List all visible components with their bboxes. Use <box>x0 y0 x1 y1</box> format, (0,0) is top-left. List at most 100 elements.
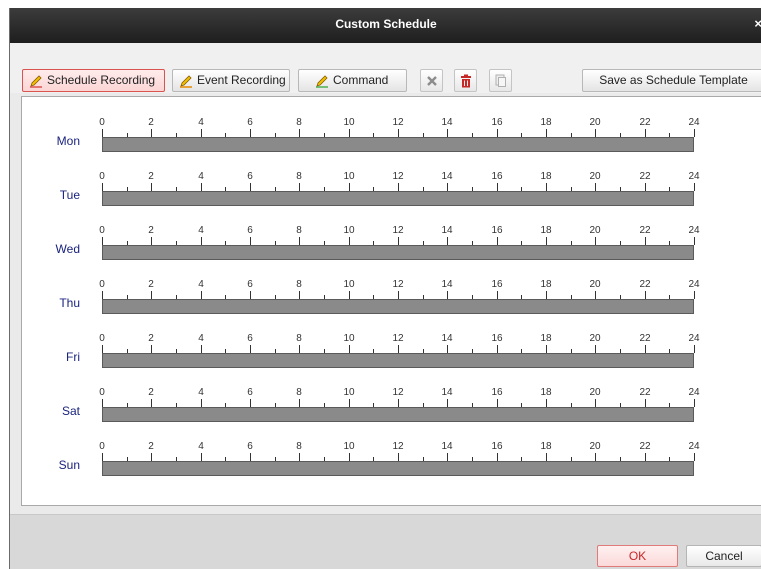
hour-label: 24 <box>688 333 700 344</box>
hour-label: 6 <box>247 279 253 290</box>
copy-button[interactable] <box>489 69 512 92</box>
hour-tick <box>201 183 202 191</box>
delete-all-button[interactable] <box>454 69 477 92</box>
day-label: Tue <box>59 188 80 202</box>
day-label: Mon <box>56 134 80 148</box>
hour-tick <box>250 129 251 137</box>
hour-tick <box>299 183 300 191</box>
hour-tick <box>201 291 202 299</box>
command-label: Command <box>333 73 389 87</box>
schedule-timeline-bar[interactable] <box>102 137 694 152</box>
schedule-row-mon: Mon 0 2 4 6 8 10 12 14 16 18 20 22 24 <box>22 117 761 157</box>
hour-label: 22 <box>639 171 651 182</box>
hour-label: 12 <box>392 333 404 344</box>
hour-label: 0 <box>99 441 105 452</box>
save-template-button[interactable]: Save as Schedule Template <box>582 69 761 92</box>
schedule-timeline-bar[interactable] <box>102 191 694 206</box>
hour-tick <box>497 237 498 245</box>
hour-tick <box>398 453 399 461</box>
hour-label: 16 <box>491 225 503 236</box>
close-icon[interactable]: × <box>754 16 761 31</box>
hour-tick <box>595 345 596 353</box>
hour-tick <box>497 129 498 137</box>
hour-tick <box>250 453 251 461</box>
copy-icon <box>495 74 506 87</box>
delete-x-button[interactable] <box>420 69 443 92</box>
hour-tick <box>299 291 300 299</box>
hour-tick <box>694 345 695 353</box>
hour-label: 12 <box>392 279 404 290</box>
hour-tick <box>299 237 300 245</box>
hour-label: 10 <box>343 333 355 344</box>
hour-label: 24 <box>688 279 700 290</box>
hour-tick <box>299 399 300 407</box>
hour-tick <box>102 345 103 353</box>
hour-tick <box>546 291 547 299</box>
schedule-timeline-bar[interactable] <box>102 407 694 422</box>
hour-tick <box>151 345 152 353</box>
pencil-icon <box>180 75 192 88</box>
hour-label: 4 <box>198 441 204 452</box>
hour-tick <box>201 237 202 245</box>
schedule-timeline-bar[interactable] <box>102 299 694 314</box>
hour-tick <box>497 291 498 299</box>
hour-label: 20 <box>589 171 601 182</box>
hour-label: 24 <box>688 225 700 236</box>
hour-tick <box>595 453 596 461</box>
hour-label: 8 <box>296 171 302 182</box>
hour-tick <box>398 237 399 245</box>
cancel-button[interactable]: Cancel <box>686 545 761 567</box>
hour-tick <box>497 183 498 191</box>
hour-label: 8 <box>296 279 302 290</box>
day-label: Thu <box>59 296 80 310</box>
hour-label: 0 <box>99 333 105 344</box>
hour-tick <box>497 345 498 353</box>
hour-label: 10 <box>343 171 355 182</box>
hour-label: 18 <box>540 117 552 128</box>
hour-tick <box>151 453 152 461</box>
footer: OK Cancel <box>10 514 761 569</box>
hour-label: 12 <box>392 171 404 182</box>
hour-tick <box>694 129 695 137</box>
schedule-timeline-bar[interactable] <box>102 245 694 260</box>
hour-label: 10 <box>343 117 355 128</box>
hour-label: 4 <box>198 279 204 290</box>
schedule-timeline-bar[interactable] <box>102 461 694 476</box>
hour-label: 18 <box>540 441 552 452</box>
schedule-recording-button[interactable]: Schedule Recording <box>22 69 165 92</box>
hour-label: 2 <box>148 279 154 290</box>
trash-icon <box>461 74 471 88</box>
hour-label: 12 <box>392 441 404 452</box>
hour-tick <box>102 291 103 299</box>
hour-tick <box>102 129 103 137</box>
hour-label: 14 <box>441 441 453 452</box>
hour-label: 2 <box>148 171 154 182</box>
hour-label: 6 <box>247 441 253 452</box>
hour-tick <box>645 129 646 137</box>
hour-label: 18 <box>540 279 552 290</box>
hour-tick <box>349 291 350 299</box>
hour-label: 16 <box>491 279 503 290</box>
hour-label: 22 <box>639 117 651 128</box>
hour-tick <box>645 183 646 191</box>
hour-label: 20 <box>589 279 601 290</box>
hour-tick <box>497 453 498 461</box>
hour-label: 20 <box>589 225 601 236</box>
hour-label: 14 <box>441 171 453 182</box>
event-recording-button[interactable]: Event Recording <box>172 69 290 92</box>
hour-label: 6 <box>247 225 253 236</box>
hour-tick <box>398 183 399 191</box>
hour-tick <box>349 183 350 191</box>
hour-tick <box>151 183 152 191</box>
custom-schedule-dialog: Custom Schedule × Schedule Recording Eve… <box>9 8 761 569</box>
ok-button[interactable]: OK <box>597 545 678 567</box>
command-button[interactable]: Command <box>298 69 407 92</box>
schedule-row-sat: Sat 0 2 4 6 8 10 12 14 16 18 20 22 24 <box>22 387 761 427</box>
hour-tick <box>694 237 695 245</box>
hour-tick <box>447 399 448 407</box>
schedule-timeline-bar[interactable] <box>102 353 694 368</box>
hour-label: 22 <box>639 279 651 290</box>
hour-label: 22 <box>639 225 651 236</box>
hour-label: 4 <box>198 225 204 236</box>
hour-label: 18 <box>540 333 552 344</box>
